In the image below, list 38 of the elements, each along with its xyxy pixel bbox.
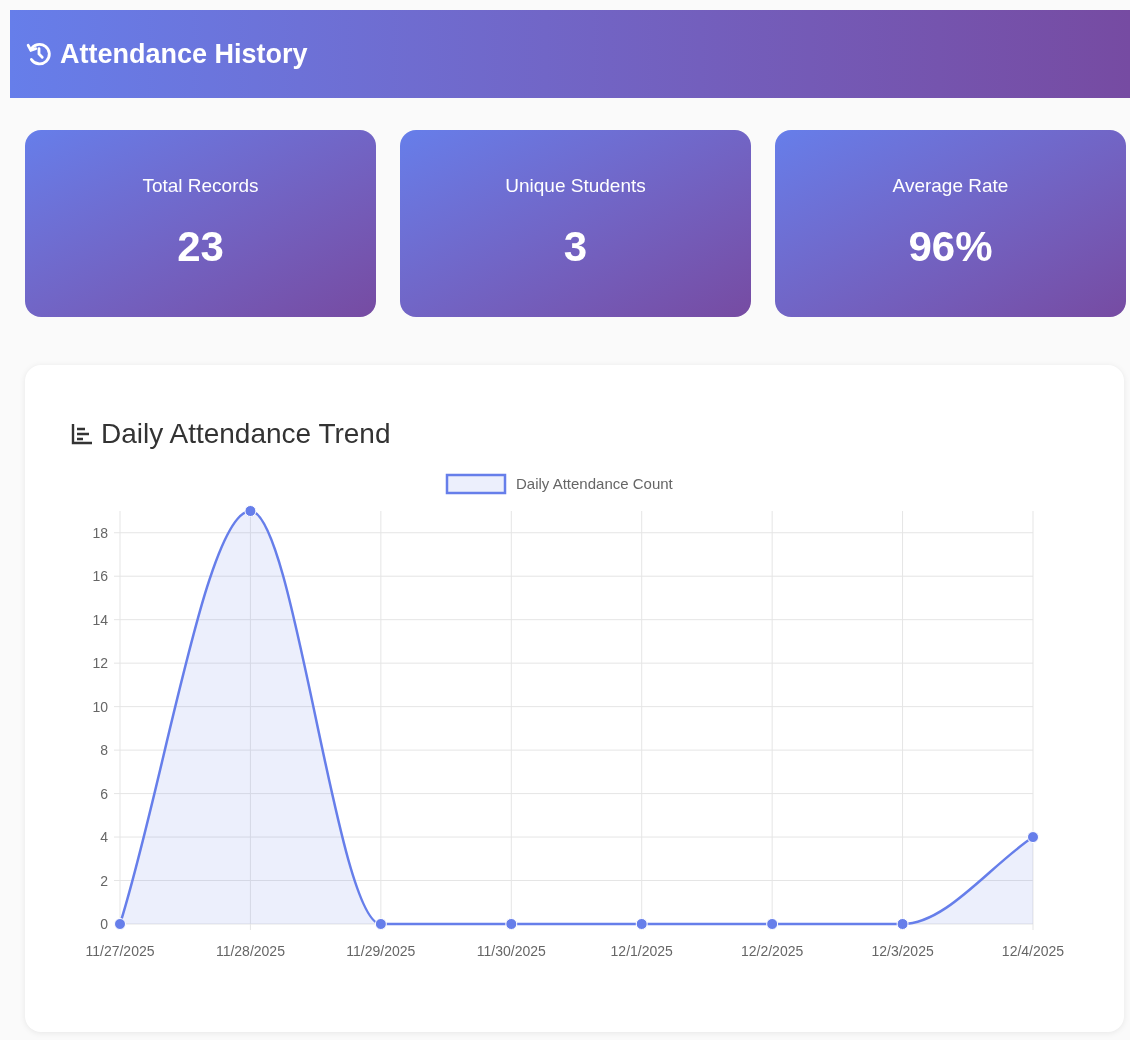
stat-label: Total Records (142, 174, 259, 198)
stat-value: 3 (563, 221, 588, 272)
x-tick-label: 11/30/2025 (476, 943, 546, 959)
x-tick-label: 12/1/2025 (610, 943, 673, 959)
data-point (374, 918, 387, 930)
chart-title: Daily Attendance Trend (101, 417, 391, 451)
history-icon (26, 41, 52, 67)
y-tick-label: 4 (100, 829, 108, 846)
x-tick-label: 11/27/2025 (85, 943, 155, 959)
x-tick-label: 11/29/2025 (346, 943, 416, 959)
data-point (505, 918, 518, 930)
y-tick-label: 2 (100, 872, 108, 889)
data-point (1027, 831, 1039, 844)
y-tick-label: 12 (92, 655, 108, 672)
legend-label: Daily Attendance Count (516, 475, 674, 492)
x-tick-label: 12/4/2025 (1001, 943, 1065, 959)
y-tick-label: 8 (100, 742, 108, 759)
data-point (766, 918, 779, 930)
y-tick-label: 0 (100, 916, 108, 932)
stat-value: 96% (908, 221, 993, 272)
x-tick-label: 11/28/2025 (215, 943, 285, 959)
data-point (896, 918, 909, 930)
y-tick-label: 10 (92, 698, 108, 715)
page-title: Attendance History (60, 37, 308, 71)
stat-label: Average Rate (892, 174, 1009, 198)
x-tick-label: 12/2/2025 (741, 943, 804, 959)
y-tick-label: 14 (92, 611, 108, 628)
data-point (114, 918, 126, 930)
chart-icon (71, 423, 93, 445)
legend-item[interactable]: Daily Attendance Count (445, 473, 673, 495)
y-tick-label: 16 (92, 568, 108, 585)
data-point (244, 505, 257, 517)
stat-label: Unique Students (505, 174, 646, 198)
stat-value: 23 (177, 221, 224, 272)
y-tick-label: 6 (100, 785, 108, 802)
y-tick-label: 18 (92, 524, 108, 541)
x-tick-label: 12/3/2025 (871, 943, 934, 959)
data-point (635, 918, 648, 930)
